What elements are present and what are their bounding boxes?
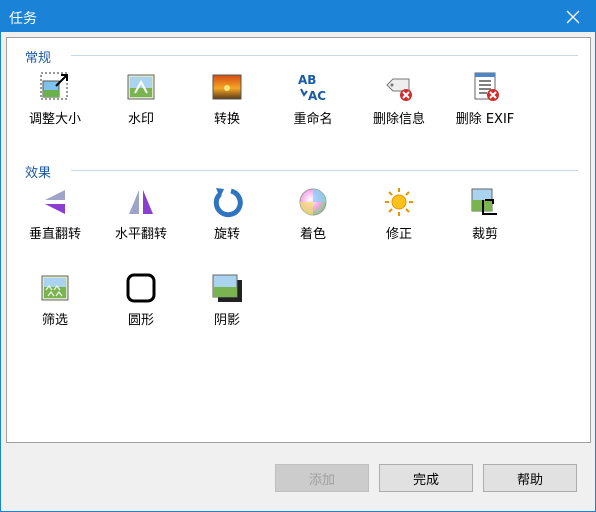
task-resize[interactable]: 调整大小	[15, 71, 95, 127]
help-button[interactable]: 帮助	[483, 464, 577, 492]
flip-vertical-icon	[39, 186, 71, 218]
tasks-panel: 常规 调整大小 水印 转换 AB AC 重命名 删除信息 删除 EXIF 效果 …	[6, 37, 591, 443]
task-label: 垂直翻转	[28, 227, 81, 242]
title-bar: 任务	[1, 1, 595, 32]
task-label: 旋转	[213, 227, 240, 242]
convert-icon	[211, 71, 243, 103]
task-colorize[interactable]: 着色	[273, 186, 353, 242]
rename-icon: AB AC	[297, 71, 329, 103]
rotate-icon	[211, 186, 243, 218]
finish-button[interactable]: 完成	[379, 464, 473, 492]
task-label: 水平翻转	[114, 227, 167, 242]
task-rotate[interactable]: 旋转	[187, 186, 267, 242]
rounded-icon	[125, 272, 157, 304]
remove-exif-icon	[469, 71, 501, 103]
svg-text:AB: AB	[298, 73, 316, 87]
adjust-icon	[383, 186, 415, 218]
task-watermark[interactable]: 水印	[101, 71, 181, 127]
shadow-icon	[211, 272, 243, 304]
group-divider-general	[71, 55, 578, 56]
close-button[interactable]	[551, 1, 595, 32]
close-icon	[566, 10, 580, 23]
task-label: 转换	[213, 112, 240, 127]
colorize-icon	[297, 186, 329, 218]
crop-icon	[469, 186, 501, 218]
task-remove-exif[interactable]: 删除 EXIF	[445, 71, 525, 127]
task-adjust[interactable]: 修正	[359, 186, 439, 242]
task-label: 筛选	[41, 313, 68, 328]
add-button[interactable]: 添加	[275, 464, 369, 492]
group-title-effects: 效果	[25, 166, 52, 181]
task-rename[interactable]: AB AC 重命名	[273, 71, 353, 127]
svg-text:AC: AC	[308, 89, 326, 103]
remove-info-icon	[383, 71, 415, 103]
task-flip-vertical[interactable]: 垂直翻转	[15, 186, 95, 242]
task-label: 水印	[127, 112, 154, 127]
task-filter[interactable]: 筛选	[15, 272, 95, 328]
task-label: 重命名	[293, 112, 333, 127]
filter-icon	[39, 272, 71, 304]
tasks-dialog: 任务 常规 调整大小 水印 转换 AB AC 重命名 删除信息 删除 EXIF …	[0, 0, 596, 512]
resize-icon	[39, 71, 71, 103]
task-label: 修正	[385, 227, 412, 242]
task-label: 着色	[299, 227, 326, 242]
task-rounded[interactable]: 圆形	[101, 272, 181, 328]
task-label: 删除 EXIF	[455, 112, 515, 127]
watermark-icon	[125, 71, 157, 103]
task-crop[interactable]: 裁剪	[445, 186, 525, 242]
group-divider-effects	[71, 170, 578, 171]
group-title-general: 常规	[25, 51, 52, 66]
task-label: 阴影	[213, 313, 240, 328]
task-flip-horizontal[interactable]: 水平翻转	[101, 186, 181, 242]
window-title: 任务	[9, 11, 37, 27]
task-shadow[interactable]: 阴影	[187, 272, 267, 328]
task-label: 裁剪	[471, 227, 498, 242]
task-label: 圆形	[127, 313, 154, 328]
task-label: 调整大小	[28, 112, 81, 127]
flip-horizontal-icon	[125, 186, 157, 218]
task-remove-info[interactable]: 删除信息	[359, 71, 439, 127]
task-convert[interactable]: 转换	[187, 71, 267, 127]
task-label: 删除信息	[372, 112, 425, 127]
